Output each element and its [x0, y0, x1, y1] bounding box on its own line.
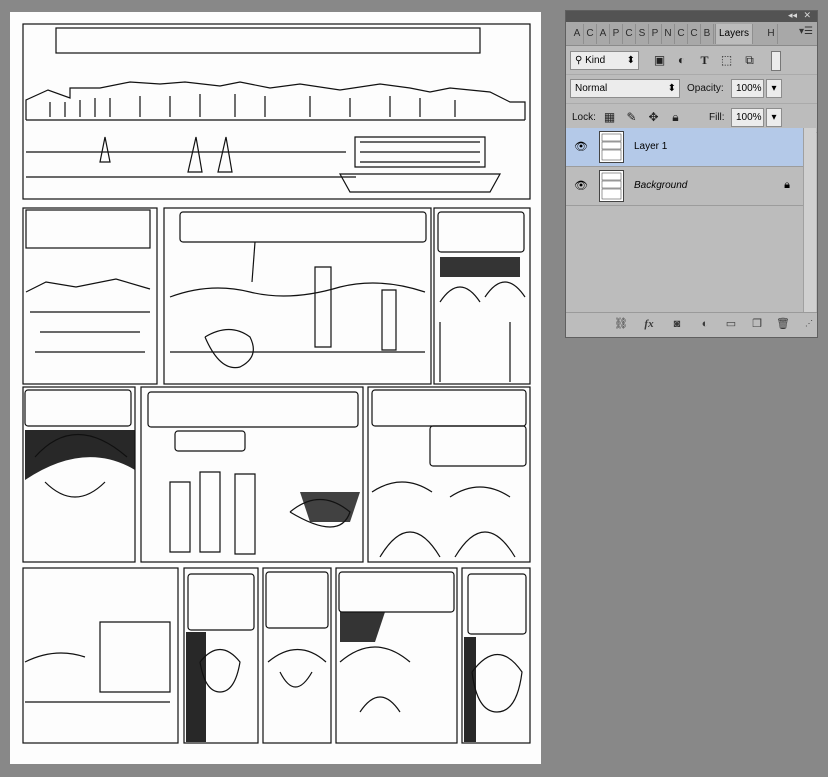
- thumbnail-art: [601, 172, 622, 200]
- layer-row[interactable]: 👁︎ Layer 1: [566, 128, 804, 167]
- tab-collapsed[interactable]: C: [675, 24, 688, 44]
- filter-adjustment-icon[interactable]: ◐: [674, 53, 689, 68]
- close-icon[interactable]: ✕: [803, 10, 811, 21]
- panel-tab-bar: A C A P C S P N C C B Layers H ▾☰: [566, 22, 817, 46]
- fill-field[interactable]: 100%: [731, 108, 764, 127]
- tab-collapsed[interactable]: P: [610, 24, 623, 44]
- caption-box: [55, 27, 481, 54]
- comic-panel-11: [335, 567, 458, 744]
- lock-label: Lock:: [572, 112, 596, 123]
- trash-icon[interactable]: 🗑︎: [776, 317, 790, 331]
- panel-menu-icon[interactable]: ▾☰: [799, 26, 813, 37]
- tab-collapsed[interactable]: A: [597, 24, 610, 44]
- comic-panel-1: [22, 23, 531, 200]
- new-layer-icon[interactable]: ❐: [750, 317, 764, 331]
- layers-panel: ◂◂ ✕ A C A P C S P N C C B Layers H ▾☰ ⚲…: [565, 10, 818, 338]
- tab-collapsed[interactable]: P: [649, 24, 662, 44]
- layer-row[interactable]: 👁︎ Background 🔒︎: [566, 167, 804, 206]
- comic-panel-5: [22, 386, 136, 563]
- fill-label: Fill:: [709, 112, 725, 123]
- blend-row: Normal ⬍ Opacity: 100% ▾: [566, 75, 817, 104]
- lock-icon: 🔒︎: [784, 179, 790, 191]
- opacity-field[interactable]: 100%: [731, 79, 764, 98]
- comic-panel-4: [433, 207, 531, 385]
- lock-move-icon[interactable]: ✥: [646, 110, 661, 125]
- comic-panel-10: [262, 567, 332, 744]
- filter-pixel-icon[interactable]: ▣: [652, 53, 667, 68]
- opacity-label: Opacity:: [687, 83, 724, 94]
- stepper-icon: ⬍: [667, 83, 676, 94]
- layer-thumbnail: [599, 131, 624, 163]
- eye-icon[interactable]: 👁︎: [574, 140, 588, 154]
- filter-toggle-icon[interactable]: [771, 51, 781, 71]
- lock-transparent-icon[interactable]: ▦: [602, 110, 617, 125]
- panel-titlebar: ◂◂ ✕: [566, 10, 817, 22]
- tab-history[interactable]: H: [765, 24, 778, 44]
- comic-panel-2: [22, 207, 158, 385]
- link-icon[interactable]: ⛓︎: [614, 317, 628, 331]
- layers-scrollbar[interactable]: [803, 128, 816, 312]
- tab-collapsed[interactable]: S: [636, 24, 649, 44]
- tab-collapsed[interactable]: B: [701, 24, 714, 44]
- layer-thumbnail: [599, 170, 624, 202]
- filter-shape-icon[interactable]: ⬚: [719, 53, 734, 68]
- search-icon: ⚲: [575, 55, 583, 66]
- tab-collapsed[interactable]: C: [623, 24, 636, 44]
- blend-mode-value: Normal: [575, 83, 608, 94]
- layer-name[interactable]: Layer 1: [634, 140, 667, 154]
- tab-collapsed[interactable]: A: [571, 24, 584, 44]
- mask-icon[interactable]: ◙: [670, 317, 684, 331]
- opacity-dropdown-icon[interactable]: ▾: [766, 79, 782, 98]
- filter-type-icon[interactable]: T: [697, 53, 712, 68]
- resize-grip-icon[interactable]: ⋰: [802, 317, 816, 331]
- lock-all-icon[interactable]: 🔒︎: [668, 110, 683, 125]
- comic-artwork: [22, 23, 531, 744]
- comic-panel-3: [163, 207, 432, 385]
- thumbnail-art: [601, 133, 622, 161]
- layers-list: 👁︎ Layer 1 👁︎ Background 🔒︎: [566, 128, 804, 312]
- collapse-icon[interactable]: ◂◂: [788, 10, 797, 21]
- fx-icon[interactable]: fx: [642, 317, 656, 331]
- tab-collapsed[interactable]: C: [584, 24, 597, 44]
- filter-kind-select[interactable]: ⚲ Kind ⬍: [570, 51, 639, 70]
- panel-footer: ⛓︎ fx ◙ ◐ ▭ ❐ 🗑︎ ⋰: [566, 312, 817, 337]
- tab-layers[interactable]: Layers: [715, 24, 753, 44]
- filter-kind-label: Kind: [585, 55, 606, 66]
- fill-dropdown-icon[interactable]: ▾: [766, 108, 782, 127]
- tab-collapsed[interactable]: N: [662, 24, 675, 44]
- stepper-icon: ⬍: [626, 55, 635, 66]
- filter-smart-object-icon[interactable]: ⧉: [742, 53, 757, 68]
- eye-icon[interactable]: 👁︎: [574, 179, 588, 193]
- folder-icon[interactable]: ▭: [724, 317, 738, 331]
- filter-row: ⚲ Kind ⬍ ▣ ◐ T ⬚ ⧉: [566, 46, 817, 75]
- blend-mode-select[interactable]: Normal ⬍: [570, 79, 680, 98]
- tab-collapsed[interactable]: C: [688, 24, 701, 44]
- layer-name[interactable]: Background: [634, 179, 687, 193]
- comic-panel-7: [367, 386, 531, 563]
- adjustment-icon[interactable]: ◐: [698, 317, 712, 331]
- comic-page-canvas[interactable]: [10, 12, 541, 764]
- lock-brush-icon[interactable]: ✎: [624, 110, 639, 125]
